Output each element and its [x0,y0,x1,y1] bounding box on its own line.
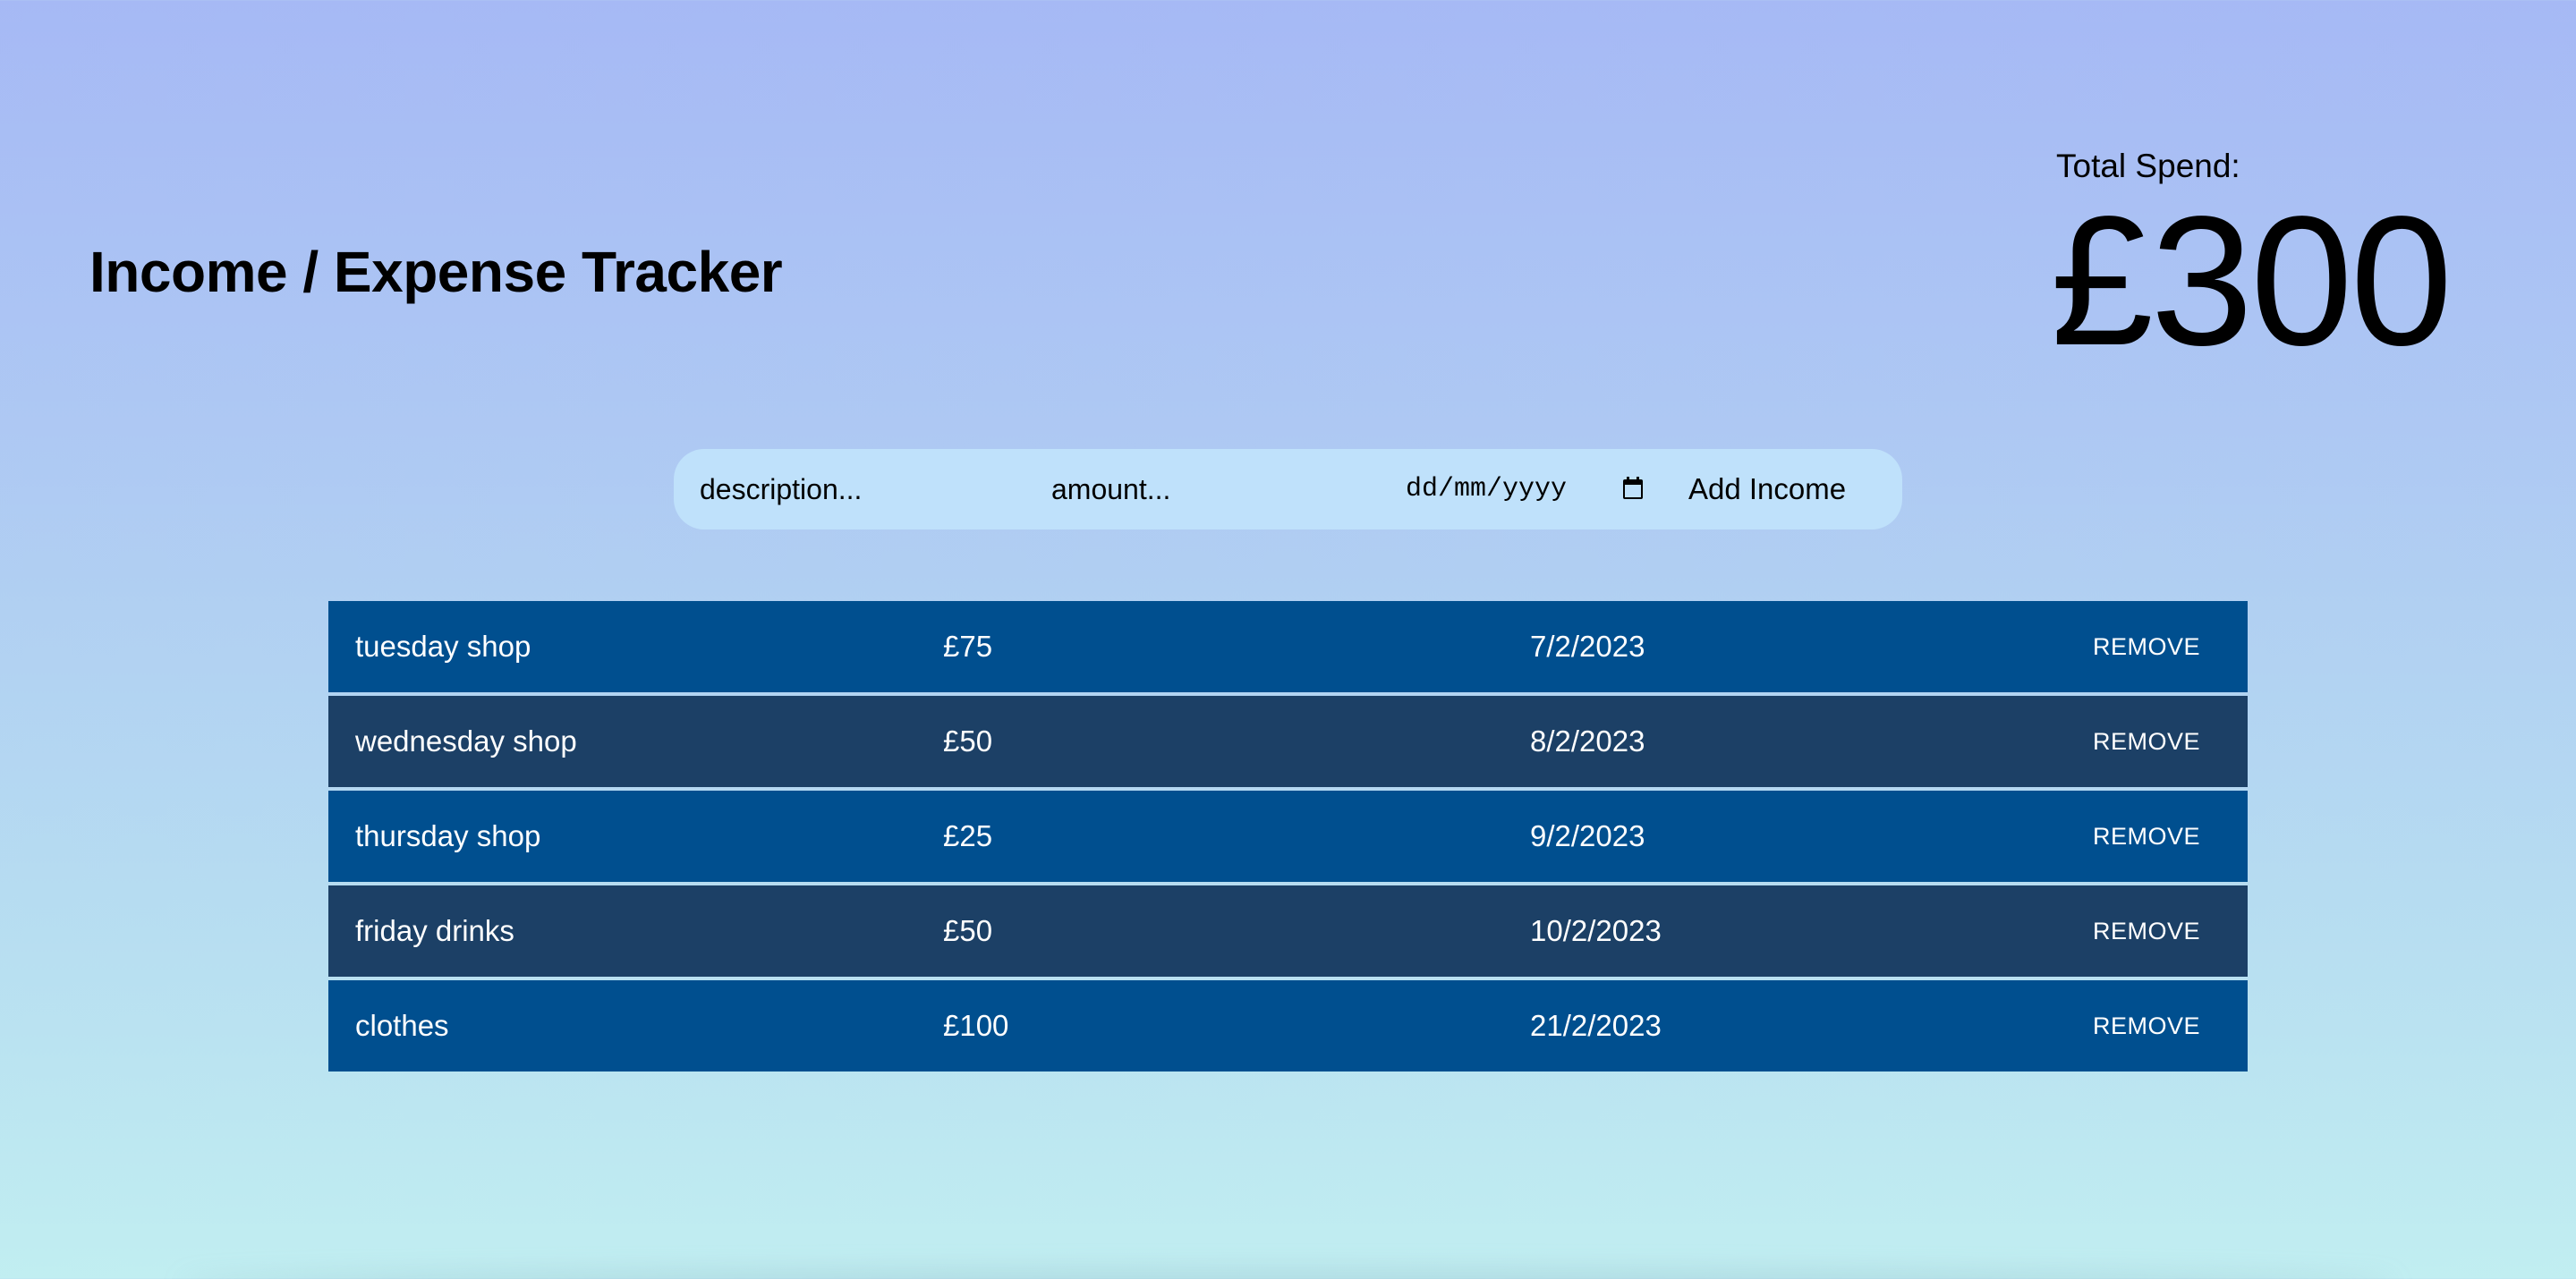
entry-amount: £100 [943,1009,1009,1042]
entry-date: 7/2/2023 [1530,630,1645,663]
entry-description: clothes [355,1009,449,1042]
add-income-button[interactable]: Add Income [1688,449,1846,529]
entry-date: 10/2/2023 [1530,914,1662,947]
remove-button[interactable]: REMOVE [2093,980,2200,1071]
page-title: Income / Expense Tracker [89,240,783,304]
remove-button[interactable]: REMOVE [2093,601,2200,692]
amount-input[interactable]: amount... [1051,449,1382,529]
entry-date: 21/2/2023 [1530,1009,1662,1042]
entry-description: wednesday shop [355,724,577,758]
entry-amount: £75 [943,630,993,663]
entry-amount: £50 [943,724,993,758]
entry-date: 9/2/2023 [1530,819,1645,852]
list-item: tuesday shop £75 7/2/2023 REMOVE [328,601,2248,692]
total-spend-block: Total Spend: £300 [2051,147,2453,373]
entry-description: friday drinks [355,914,514,947]
list-item: wednesday shop £50 8/2/2023 REMOVE [328,696,2248,787]
remove-button[interactable]: REMOVE [2093,791,2200,882]
entry-amount: £50 [943,914,993,947]
entries-list: tuesday shop £75 7/2/2023 REMOVE wednesd… [328,601,2248,1075]
calendar-icon[interactable] [1622,477,1644,500]
add-entry-form: description... amount... dd/mm/yyyy Add … [674,449,1902,529]
list-item: thursday shop £25 9/2/2023 REMOVE [328,791,2248,882]
list-item: friday drinks £50 10/2/2023 REMOVE [328,885,2248,977]
remove-button[interactable]: REMOVE [2093,885,2200,977]
entry-description: tuesday shop [355,630,531,663]
total-spend-value: £300 [2051,178,2453,384]
entry-description: thursday shop [355,819,541,852]
description-input[interactable]: description... [700,449,1031,529]
list-item: clothes £100 21/2/2023 REMOVE [328,980,2248,1071]
footer-shadow [179,1270,2397,1279]
entry-date: 8/2/2023 [1530,724,1645,758]
remove-button[interactable]: REMOVE [2093,696,2200,787]
entry-amount: £25 [943,819,993,852]
